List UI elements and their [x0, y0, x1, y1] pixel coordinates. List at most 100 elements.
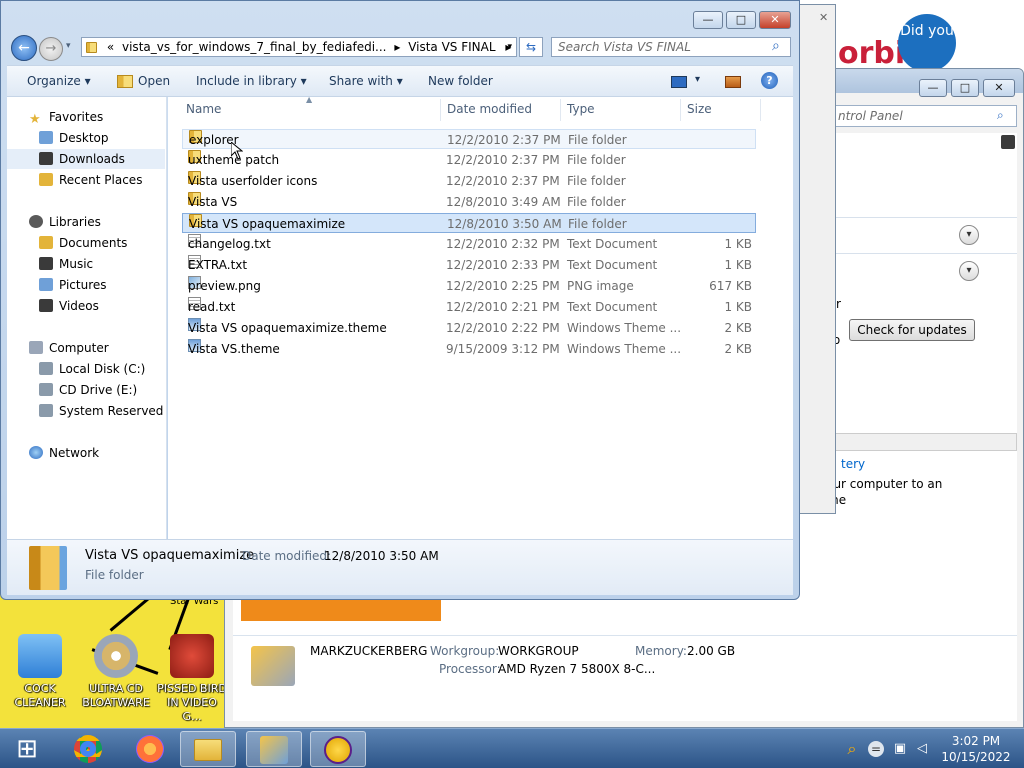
nav-cd-drive[interactable]: CD Drive (E:) [7, 380, 165, 400]
file-name: Vista VS.theme [188, 342, 280, 356]
processor-label: Processor: [439, 662, 501, 676]
file-row[interactable]: EXTRA.txt 12/2/2010 2:33 PM Text Document 1… [182, 255, 756, 275]
file-size: 1 KB [724, 258, 752, 272]
file-row[interactable]: Vista VS opaquemaximize 12/8/2010 3:50 AM… [182, 213, 756, 233]
column-separator[interactable] [760, 99, 761, 121]
nav-computer[interactable]: Computer [7, 338, 165, 358]
chevron-down-icon[interactable]: ▾ [959, 225, 979, 245]
taskbar-firefox[interactable] [122, 731, 178, 767]
back-button[interactable]: ← [11, 35, 37, 61]
breadcrumb-segment[interactable]: Vista VS FINAL [408, 40, 495, 54]
explorer-window[interactable]: — □ ✕ ← → ▾ « vista_vs_for_windows_7_fin… [0, 0, 800, 600]
search-input[interactable]: Search Vista VS FINAL [551, 37, 791, 57]
nav-desktop[interactable]: Desktop [7, 128, 165, 148]
nav-documents[interactable]: Documents [7, 233, 165, 253]
nav-favorites[interactable]: ★ Favorites [7, 107, 165, 127]
nav-downloads[interactable]: Downloads [7, 149, 165, 169]
view-icon[interactable] [671, 76, 687, 88]
share-with-button[interactable]: Share with ▾ [329, 74, 403, 88]
star-icon: ★ [29, 112, 41, 127]
close-button[interactable]: ✕ [759, 11, 791, 29]
cp-close-button[interactable]: ✕ [983, 79, 1015, 97]
file-row[interactable]: explorer 12/2/2010 2:37 PM File folder [182, 129, 756, 149]
downloads-icon [39, 152, 53, 165]
clock-date: 10/15/2022 [941, 750, 1011, 764]
file-row[interactable]: Vista VS.theme 9/15/2009 3:12 PM Windows T… [182, 339, 756, 359]
start-button[interactable]: ⊞ [4, 731, 50, 767]
desktop-icon-cd[interactable]: ULTRA CD BLOATWARE [80, 634, 152, 710]
breadcrumb-segment[interactable]: vista_vs_for_windows_7_final_by_fediafed… [122, 40, 387, 54]
taskbar-explorer[interactable] [180, 731, 236, 767]
minimize-button[interactable]: — [693, 11, 723, 29]
organize-button[interactable]: Organize ▾ [27, 74, 91, 88]
sort-arrow-icon: ▲ [306, 95, 313, 104]
nav-local-disk[interactable]: Local Disk (C:) [7, 359, 165, 379]
nav-network[interactable]: Network [7, 443, 165, 463]
column-name[interactable]: Name [186, 102, 221, 116]
view-dropdown-icon[interactable]: ▾ [695, 74, 700, 85]
desktop-icon [39, 131, 53, 144]
file-row[interactable]: changelog.txt 12/2/2010 2:32 PM Text Docum… [182, 234, 756, 254]
file-row[interactable]: uxtheme patch 12/2/2010 2:37 PM File folde… [182, 150, 756, 170]
nav-recent-places[interactable]: Recent Places [7, 170, 165, 190]
address-dropdown-icon[interactable]: ▾ [507, 38, 512, 56]
taskbar-control-panel[interactable] [246, 731, 302, 767]
check-for-updates-button[interactable]: Check for updates [849, 319, 975, 341]
column-separator[interactable] [440, 99, 441, 121]
column-type[interactable]: Type [567, 102, 595, 116]
breadcrumb-separator[interactable]: ▸ [394, 40, 400, 54]
nav-libraries[interactable]: Libraries [7, 212, 165, 232]
cp-minimize-button[interactable]: — [919, 79, 947, 97]
file-date: 12/2/2010 2:25 PM [446, 279, 560, 293]
yahoo-messenger-icon [324, 736, 352, 764]
cd-drive-icon [39, 383, 53, 396]
file-row[interactable]: preview.png 12/2/2010 2:25 PM PNG image 617… [182, 276, 756, 296]
nav-system-reserved[interactable]: System Reserved (F:) [7, 401, 165, 421]
taskbar-clock[interactable]: 3:02 PM 10/15/2022 [936, 733, 1016, 765]
forward-button[interactable]: → [39, 37, 63, 61]
firefox-icon [136, 735, 164, 763]
desktop-icon-cleaner[interactable]: COCK CLEANER [4, 634, 76, 710]
close-icon[interactable]: ✕ [819, 11, 828, 24]
taskbar-chrome[interactable] [60, 731, 116, 767]
new-folder-button[interactable]: New folder [428, 74, 493, 88]
address-bar[interactable]: « vista_vs_for_windows_7_final_by_fediaf… [81, 37, 517, 57]
address-overflow[interactable]: « [107, 40, 114, 54]
nav-music[interactable]: Music [7, 254, 165, 274]
column-size[interactable]: Size [687, 102, 712, 116]
open-button[interactable]: Open [138, 74, 170, 88]
cp-maximize-button[interactable]: □ [951, 79, 979, 97]
volume-icon[interactable]: ◁ [914, 741, 930, 757]
taskbar-yahoo[interactable] [310, 731, 366, 767]
include-in-library-button[interactable]: Include in library ▾ [196, 74, 307, 88]
nav-videos[interactable]: Videos [7, 296, 165, 316]
column-date-modified[interactable]: Date modified [447, 102, 532, 116]
file-row[interactable]: read.txt 12/2/2010 2:21 PM Text Document 1 … [182, 297, 756, 317]
desktop-icon-game[interactable]: PISSED BIRD IN VIDEO G... [156, 634, 228, 724]
search-icon[interactable]: ⌕ [772, 38, 780, 54]
column-separator[interactable] [680, 99, 681, 121]
file-name: changelog.txt [188, 237, 271, 251]
refresh-button[interactable]: ⇆ [519, 37, 543, 57]
file-date: 12/2/2010 2:22 PM [446, 321, 560, 335]
network-tray-icon[interactable]: ▣ [892, 741, 908, 757]
search-tray-icon[interactable]: ⌕ [844, 741, 860, 757]
messenger-tray-icon[interactable]: = [868, 741, 884, 757]
file-row[interactable]: Vista VS 12/8/2010 3:49 AM File folder [182, 192, 756, 212]
videos-icon [39, 299, 53, 312]
processor-value: AMD Ryzen 7 5800X 8-C... [498, 662, 656, 676]
file-row[interactable]: Vista VS opaquemaximize.theme 12/2/2010 2… [182, 318, 756, 338]
chevron-down-icon[interactable]: ▾ [959, 261, 979, 281]
maximize-button[interactable]: □ [726, 11, 756, 29]
preview-pane-icon[interactable] [725, 76, 741, 88]
nav-pictures[interactable]: Pictures [7, 275, 165, 295]
help-icon[interactable]: ? [761, 72, 778, 89]
cp-search-input[interactable]: ntrol Panel [833, 105, 1017, 127]
file-name: EXTRA.txt [188, 258, 248, 272]
file-type: PNG image [567, 279, 634, 293]
cp-link-tery[interactable]: tery [841, 457, 865, 471]
recent-pages-dropdown[interactable]: ▾ [66, 41, 71, 51]
banner-text: orbi [838, 36, 906, 71]
column-separator[interactable] [560, 99, 561, 121]
file-row[interactable]: Vista userfolder icons 12/2/2010 2:37 PM F… [182, 171, 756, 191]
